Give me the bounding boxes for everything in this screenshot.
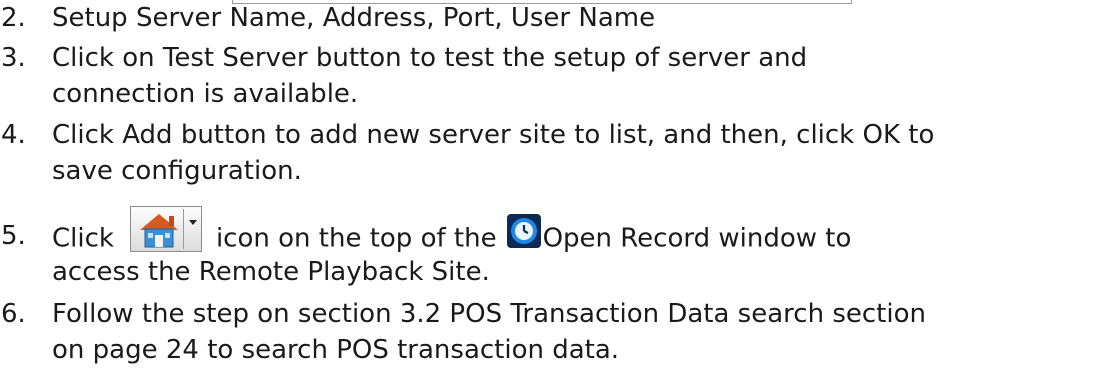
step-line: connection is available.	[52, 79, 359, 109]
step-line: on page 24 to search POS transaction dat…	[52, 335, 620, 365]
step-text-after: Open Record window to	[542, 223, 852, 254]
step-number: 2.	[1, 3, 26, 33]
open-record-clock-icon	[506, 214, 541, 248]
step-number: 4.	[1, 120, 26, 150]
step-line: Click Add button to add new server site …	[52, 120, 935, 150]
step-number: 3.	[1, 43, 26, 73]
home-icon	[139, 214, 178, 248]
step-line: save configuration.	[52, 156, 302, 186]
split-divider	[182, 209, 184, 249]
step-number: 6.	[1, 299, 26, 329]
step-text-click: Click	[52, 223, 114, 254]
step-number: 5.	[1, 221, 26, 251]
chevron-down-icon	[188, 220, 197, 225]
step-line: Setup Server Name, Address, Port, User N…	[52, 3, 656, 33]
step-line: access the Remote Playback Site.	[52, 257, 490, 287]
step-line: Click on Test Server button to test the …	[52, 43, 808, 73]
step-line: Follow the step on section 3.2 POS Trans…	[52, 299, 926, 329]
step-text-middle: icon on the top of the	[215, 223, 497, 254]
home-dropdown-icon	[129, 206, 202, 252]
